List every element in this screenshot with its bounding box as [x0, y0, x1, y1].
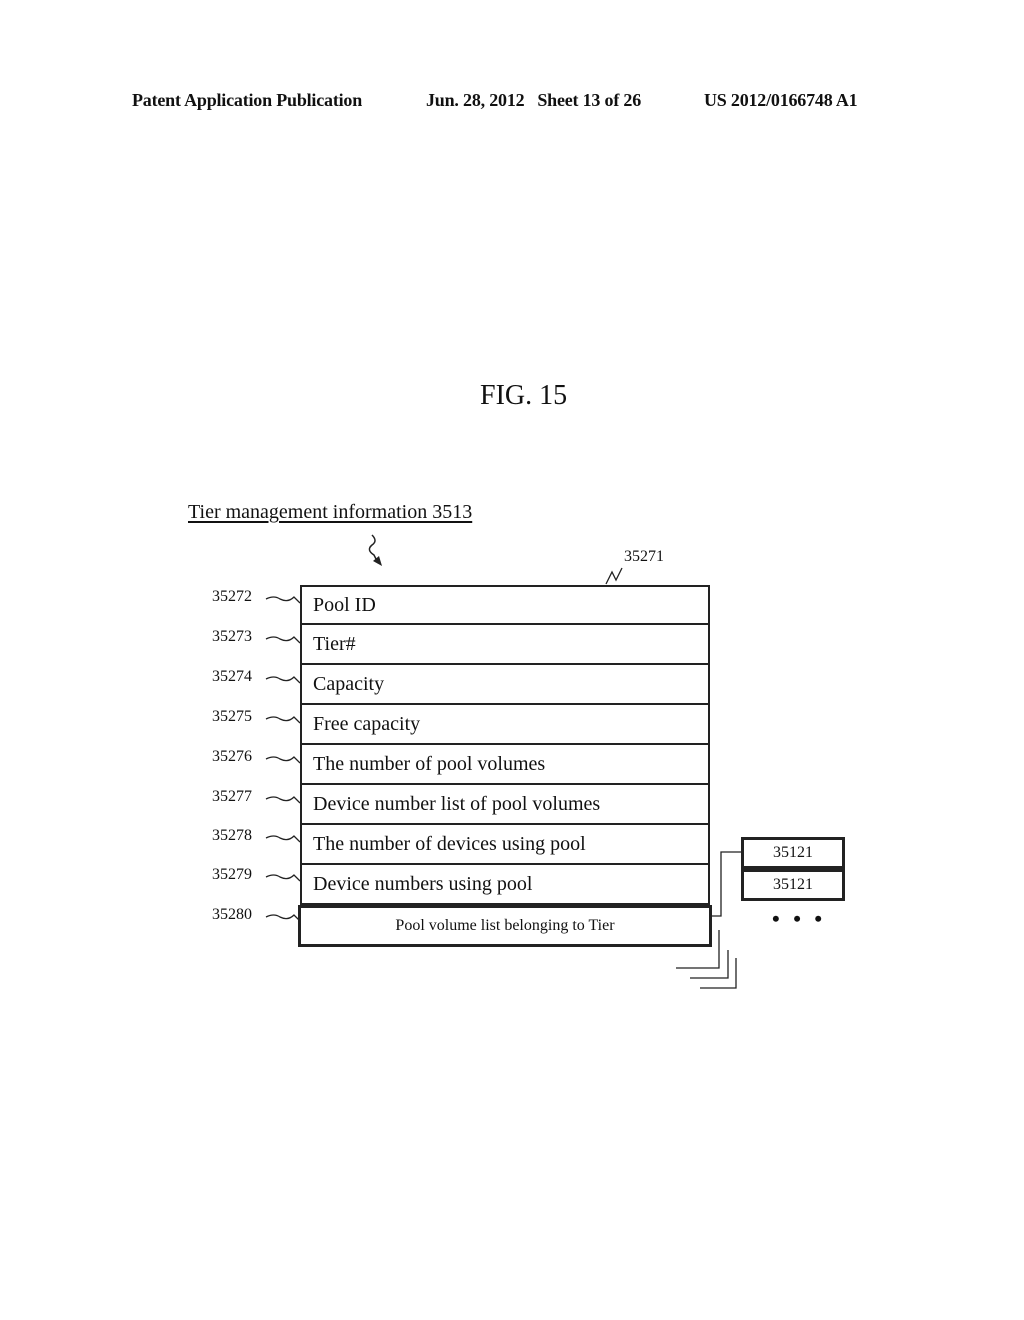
table-row: Pool ID [300, 585, 710, 625]
row-leader-squiggle [265, 874, 301, 882]
table-row: Device number list of pool volumes [300, 785, 710, 825]
stacked-list-line-2 [690, 950, 729, 979]
row-reference-number: 35278 [212, 827, 252, 844]
row-leader-squiggle [265, 716, 301, 724]
row-reference-number: 35273 [212, 628, 252, 645]
table-row: The number of pool volumes [300, 745, 710, 785]
table-row: Tier# [300, 625, 710, 665]
pool-volume-entry: 35121 [741, 869, 845, 901]
row-leader-squiggle [265, 914, 301, 922]
row-leader-squiggle [265, 756, 301, 764]
table-ref-leader [605, 567, 623, 585]
table-row: Device numbers using pool [300, 865, 710, 905]
row-reference-number: 35274 [212, 668, 252, 685]
row-reference-number: 35275 [212, 708, 252, 725]
row-leader-squiggle [265, 676, 301, 684]
row-leader-squiggle [265, 796, 301, 804]
row-reference-number: 35277 [212, 788, 252, 805]
row-reference-number: 35272 [212, 588, 252, 605]
row-leader-squiggle [265, 596, 301, 604]
ellipsis: • • • [772, 906, 827, 931]
table-row: The number of devices using pool [300, 825, 710, 865]
row-leader-squiggle [265, 636, 301, 644]
table-row: Free capacity [300, 705, 710, 745]
table-row: Pool volume list belonging to Tier [298, 905, 712, 947]
table-row: Capacity [300, 665, 710, 705]
tier-management-table: Pool ID Tier# Capacity Free capacity The num… [298, 585, 712, 947]
stacked-list-line-3 [700, 958, 737, 989]
row-reference-number: 35280 [212, 906, 252, 923]
row-reference-number: 35276 [212, 748, 252, 765]
row-leader-squiggle [265, 835, 301, 843]
pool-volume-entry: 35121 [741, 837, 845, 869]
caption-arrowhead [373, 556, 382, 566]
row-reference-number: 35279 [212, 866, 252, 883]
